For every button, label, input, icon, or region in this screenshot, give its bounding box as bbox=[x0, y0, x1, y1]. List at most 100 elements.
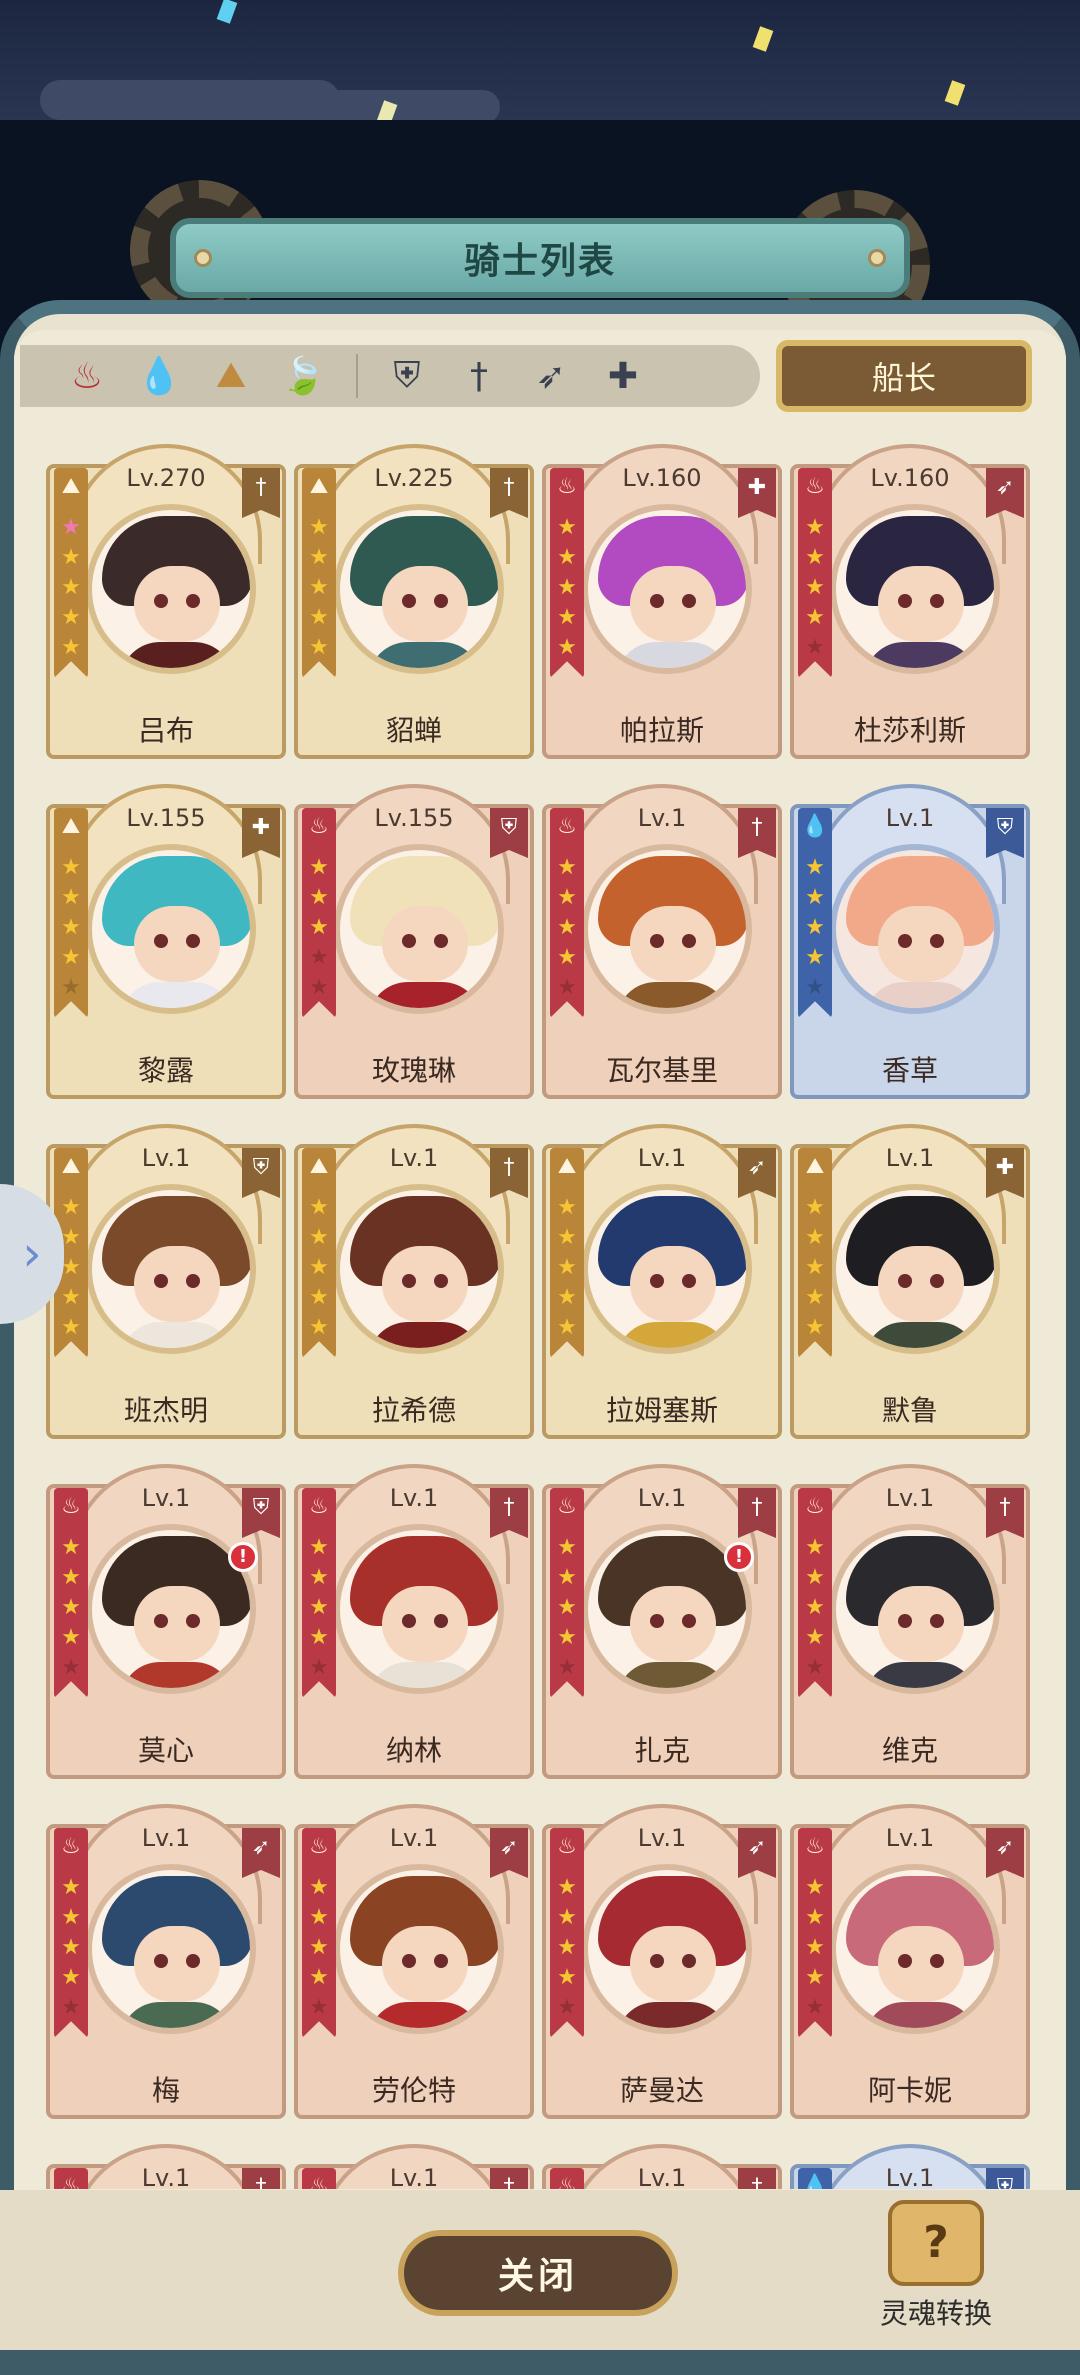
portrait-eye bbox=[930, 934, 944, 948]
portrait-eye bbox=[402, 594, 416, 608]
knight-card[interactable]: ♨★★★★★†Lv.1 bbox=[46, 2144, 286, 2189]
earth-element-icon[interactable]: ⛰ bbox=[204, 349, 258, 403]
knight-card[interactable]: 💧★★★★★⛨Lv.1 bbox=[790, 2144, 1030, 2189]
portrait-eye bbox=[650, 1954, 664, 1968]
hero-name: 香草 bbox=[881, 1054, 938, 1087]
portrait-face bbox=[134, 566, 220, 642]
star-icon: ★ bbox=[309, 515, 329, 540]
water-element-icon[interactable]: 💧 bbox=[132, 349, 186, 403]
star-icon: ★ bbox=[805, 1625, 825, 1650]
hero-portrait bbox=[86, 1864, 256, 2034]
knight-card[interactable]: ♨ ★ ★ ★ ★ ★ ⛨ Lv.155 玫瑰琳 bbox=[294, 784, 534, 1099]
star-icon: ★ bbox=[309, 1905, 329, 1930]
knight-card[interactable]: ♨ ★ ★ ★ ★ ★ ➶ Lv.1 阿卡妮 bbox=[790, 1804, 1030, 2119]
soul-convert-button[interactable]: ? 灵魂转换 bbox=[866, 2200, 1006, 2340]
hero-name: 阿卡妮 bbox=[867, 2074, 952, 2107]
knight-card[interactable]: ⛰ ★ ★ ★ ★ ★ † Lv.270 吕布 bbox=[46, 444, 286, 759]
knight-card[interactable]: ♨ ★ ★ ★ ★ ★ ➶ Lv.1 梅 bbox=[46, 1804, 286, 2119]
shield-role-icon[interactable]: ⛨ bbox=[380, 349, 434, 403]
star-icon: ★ bbox=[805, 1225, 825, 1250]
hero-level: Lv.1 bbox=[637, 804, 687, 832]
star-icon: ★ bbox=[557, 545, 577, 570]
star-icon: ★ bbox=[557, 915, 577, 940]
star-icon: ★ bbox=[309, 1535, 329, 1560]
portrait-eye bbox=[650, 1274, 664, 1288]
knight-grid: ⛰ ★ ★ ★ ★ ★ † Lv.270 吕布 ⛰ ★ ★ ★ ★ ★ † Lv.225 貂蝉 ♨ ★ ★ ★ ★ ★ ✚ Lv.… bbox=[46, 444, 1036, 2189]
portrait-eye bbox=[154, 594, 168, 608]
knight-card[interactable]: ♨ ★ ★ ★ ★ ★ † Lv.1 纳林 bbox=[294, 1464, 534, 1779]
knight-card[interactable]: ♨ ★ ★ ★ ★ ★ † Lv.1 扎克! bbox=[542, 1464, 782, 1779]
knight-card[interactable]: ⛰ ★ ★ ★ ★ ★ † Lv.1 拉希德 bbox=[294, 1124, 534, 1439]
soul-convert-label: 灵魂转换 bbox=[879, 2297, 992, 2330]
portrait-eye bbox=[434, 1614, 448, 1628]
wind-element-icon[interactable]: 🍃 bbox=[276, 349, 330, 403]
knight-card[interactable]: ♨ ★ ★ ★ ★ ★ † Lv.1 维克 bbox=[790, 1464, 1030, 1779]
hero-level: Lv.1 bbox=[885, 804, 935, 832]
star-icon: ★ bbox=[557, 975, 577, 1000]
hero-portrait bbox=[830, 1864, 1000, 2034]
healer-role-icon[interactable]: ✚ bbox=[596, 349, 650, 403]
portrait-eye bbox=[434, 594, 448, 608]
portrait-eye bbox=[930, 594, 944, 608]
cloud bbox=[40, 80, 340, 120]
knight-card[interactable]: ♨ ★ ★ ★ ★ ★ ✚ Lv.160 帕拉斯 bbox=[542, 444, 782, 759]
star-icon: ★ bbox=[557, 635, 577, 660]
portrait-face bbox=[134, 906, 220, 982]
portrait-eye bbox=[186, 1614, 200, 1628]
portrait-eye bbox=[154, 1614, 168, 1628]
knight-card[interactable]: 💧 ★ ★ ★ ★ ★ ⛨ Lv.1 香草 bbox=[790, 784, 1030, 1099]
bow-role-icon[interactable]: ➶ bbox=[524, 349, 578, 403]
hero-portrait bbox=[334, 1524, 504, 1694]
knight-card[interactable]: ♨★★★★★†Lv.1 bbox=[294, 2144, 534, 2189]
knight-card[interactable]: ♨ ★ ★ ★ ★ ★ ➶ Lv.1 萨曼达 bbox=[542, 1804, 782, 2119]
star-icon: ★ bbox=[61, 975, 81, 1000]
portrait-eye bbox=[402, 1614, 416, 1628]
portrait-eye bbox=[682, 934, 696, 948]
notification-badge: ! bbox=[724, 1542, 754, 1572]
star-icon: ★ bbox=[309, 855, 329, 880]
portrait-eye bbox=[650, 934, 664, 948]
hero-name: 纳林 bbox=[385, 1734, 442, 1767]
star-icon: ★ bbox=[309, 945, 329, 970]
star-icon: ★ bbox=[557, 1285, 577, 1310]
star-icon: ★ bbox=[557, 515, 577, 540]
hero-level: Lv.1 bbox=[389, 1144, 439, 1172]
hero-level: Lv.1 bbox=[637, 2164, 687, 2189]
knight-card[interactable]: ♨ ★ ★ ★ ★ ★ ⛨ Lv.1 莫心! bbox=[46, 1464, 286, 1779]
knight-card[interactable]: ♨★★★★★†Lv.1 bbox=[542, 2144, 782, 2189]
portrait-eye bbox=[434, 1274, 448, 1288]
knight-card[interactable]: ⛰ ★ ★ ★ ★ ★ ✚ Lv.1 默鲁 bbox=[790, 1124, 1030, 1439]
close-button[interactable]: 关闭 bbox=[398, 2230, 678, 2316]
star-icon: ★ bbox=[61, 605, 81, 630]
star-icon: ★ bbox=[805, 1875, 825, 1900]
fire-element-icon[interactable]: ♨ bbox=[60, 349, 114, 403]
knight-card[interactable]: ⛰ ★ ★ ★ ★ ★ ⛨ Lv.1 班杰明 bbox=[46, 1124, 286, 1439]
star-rating: ★ ★ ★ ★ ★ bbox=[306, 854, 332, 1002]
star-icon: ★ bbox=[805, 1285, 825, 1310]
knight-card[interactable]: ⛰ ★ ★ ★ ★ ★ ✚ Lv.155 黎露 bbox=[46, 784, 286, 1099]
knight-card[interactable]: ⛰ ★ ★ ★ ★ ★ ➶ Lv.1 拉姆塞斯 bbox=[542, 1124, 782, 1439]
knight-card[interactable]: ♨ ★ ★ ★ ★ ★ ➶ Lv.160 杜莎利斯 bbox=[790, 444, 1030, 759]
star-icon: ★ bbox=[309, 1285, 329, 1310]
portrait-eye bbox=[402, 934, 416, 948]
portrait-eye bbox=[434, 1954, 448, 1968]
knight-card[interactable]: ⛰ ★ ★ ★ ★ ★ † Lv.225 貂蝉 bbox=[294, 444, 534, 759]
sword-role-icon[interactable]: † bbox=[452, 349, 506, 403]
portrait-face bbox=[878, 1246, 964, 1322]
star-icon: ★ bbox=[309, 1995, 329, 2020]
portrait-eye bbox=[650, 1614, 664, 1628]
portrait-face bbox=[630, 1926, 716, 2002]
star-icon: ★ bbox=[61, 545, 81, 570]
star-icon: ★ bbox=[61, 1315, 81, 1340]
hero-level: Lv.1 bbox=[885, 1824, 935, 1852]
star-icon: ★ bbox=[805, 945, 825, 970]
knight-card[interactable]: ♨ ★ ★ ★ ★ ★ † Lv.1 瓦尔基里 bbox=[542, 784, 782, 1099]
star-rating: ★ ★ ★ ★ ★ bbox=[802, 1194, 828, 1342]
hero-portrait bbox=[830, 1524, 1000, 1694]
captain-button[interactable]: 船长 bbox=[776, 340, 1032, 412]
knight-card[interactable]: ♨ ★ ★ ★ ★ ★ ➶ Lv.1 劳伦特 bbox=[294, 1804, 534, 2119]
star-icon: ★ bbox=[309, 1875, 329, 1900]
notification-badge: ! bbox=[228, 1542, 258, 1572]
hero-portrait bbox=[582, 1184, 752, 1354]
portrait-face bbox=[382, 1926, 468, 2002]
